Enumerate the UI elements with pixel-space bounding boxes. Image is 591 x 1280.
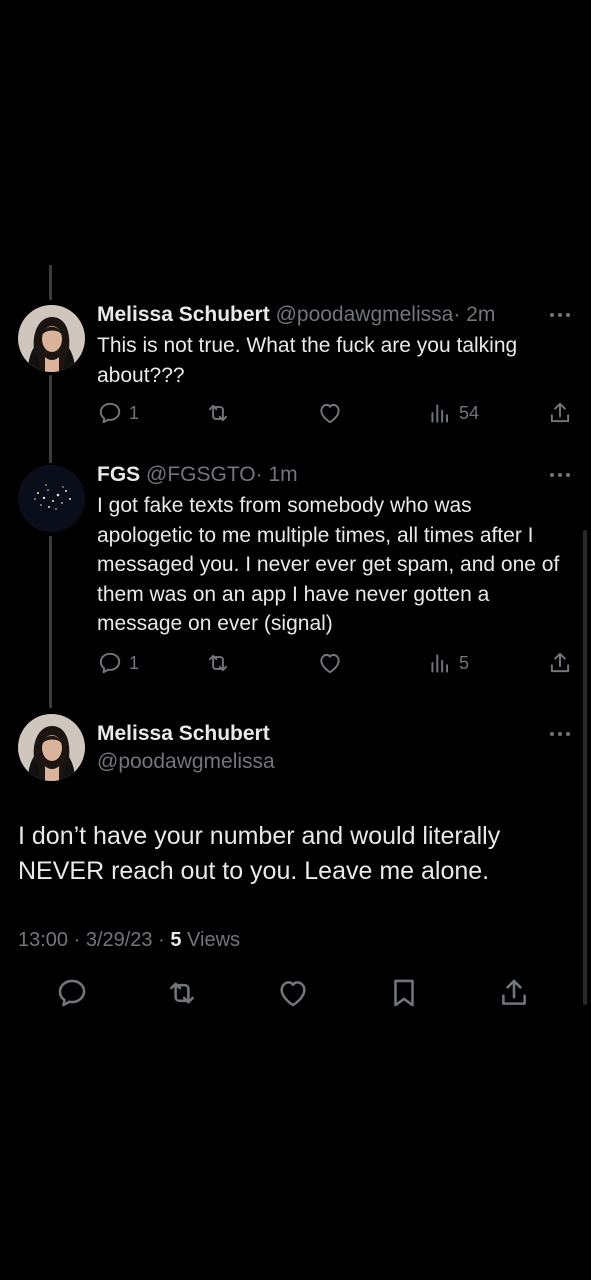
reply-button[interactable]: 1 <box>97 398 139 428</box>
retweet-icon <box>165 976 199 1010</box>
views-icon <box>427 400 453 426</box>
reply-button[interactable] <box>55 976 89 1010</box>
reply-button[interactable]: 1 <box>97 648 139 678</box>
tweet-text: I don’t have your number and would liter… <box>18 822 501 885</box>
display-name[interactable]: Melissa Schubert <box>97 303 270 326</box>
share-button[interactable] <box>547 648 573 678</box>
retweet-button[interactable] <box>165 976 199 1010</box>
display-name[interactable]: Melissa Schubert <box>97 720 270 748</box>
like-button[interactable] <box>317 648 343 678</box>
tweet-header: FGS @FGSGTO· 1m <box>97 461 298 489</box>
bookmark-icon <box>387 976 421 1010</box>
more-icon[interactable] <box>545 724 575 744</box>
views-label[interactable]: Views <box>187 929 240 951</box>
like-button[interactable] <box>317 398 343 428</box>
thread-line-top <box>49 265 52 300</box>
tweet-text: This is not true. What the fuck are you … <box>97 334 518 387</box>
more-icon[interactable] <box>545 465 575 485</box>
handle[interactable]: @poodawgmelissa <box>276 303 454 326</box>
tweet-text: I got fake texts from somebody who was a… <box>97 494 560 635</box>
scrollbar[interactable] <box>583 530 587 1005</box>
retweet-icon <box>205 400 231 426</box>
tweet-meta: 13:00 · 3/29/23 · 5 Views <box>18 929 240 952</box>
handle[interactable]: @poodawgmelissa <box>97 748 275 776</box>
more-icon[interactable] <box>545 305 575 325</box>
thread-line-1 <box>49 375 52 463</box>
avatar[interactable] <box>18 465 85 532</box>
tweet-header: Melissa Schubert @poodawgmelissa· 2m <box>97 301 495 329</box>
retweet-button[interactable] <box>205 648 231 678</box>
reply-icon <box>97 400 123 426</box>
views-count: 5 <box>459 652 470 673</box>
views-button[interactable]: 5 <box>427 648 469 678</box>
timestamp: 13:00 · 3/29/23 · <box>18 929 165 951</box>
bookmark-button[interactable] <box>387 976 421 1010</box>
reply-count: 1 <box>129 652 140 673</box>
share-icon <box>547 650 573 676</box>
reply-icon <box>97 650 123 676</box>
timestamp[interactable]: · 1m <box>256 463 298 486</box>
retweet-icon <box>205 650 231 676</box>
heart-icon <box>317 400 343 426</box>
tweet-actions: 1 54 <box>97 398 575 428</box>
avatar[interactable] <box>18 714 85 781</box>
reply-icon <box>55 976 89 1010</box>
timestamp[interactable]: · 2m <box>453 303 495 326</box>
thread-line-2 <box>49 536 52 708</box>
share-button[interactable] <box>547 398 573 428</box>
share-icon <box>547 400 573 426</box>
share-icon <box>497 976 531 1010</box>
share-button[interactable] <box>497 976 531 1010</box>
reply-count: 1 <box>129 402 140 423</box>
views-icon <box>427 650 453 676</box>
tweet-actions: 1 5 <box>97 648 575 678</box>
views-count: 54 <box>459 402 480 423</box>
views-count: 5 <box>170 929 182 951</box>
display-name[interactable]: FGS <box>97 463 140 486</box>
heart-icon <box>276 976 310 1010</box>
heart-icon <box>317 650 343 676</box>
action-bar <box>0 976 591 1016</box>
like-button[interactable] <box>276 976 310 1010</box>
handle[interactable]: @FGSGTO <box>146 463 256 486</box>
retweet-button[interactable] <box>205 398 231 428</box>
views-button[interactable]: 54 <box>427 398 479 428</box>
avatar[interactable] <box>18 305 85 372</box>
